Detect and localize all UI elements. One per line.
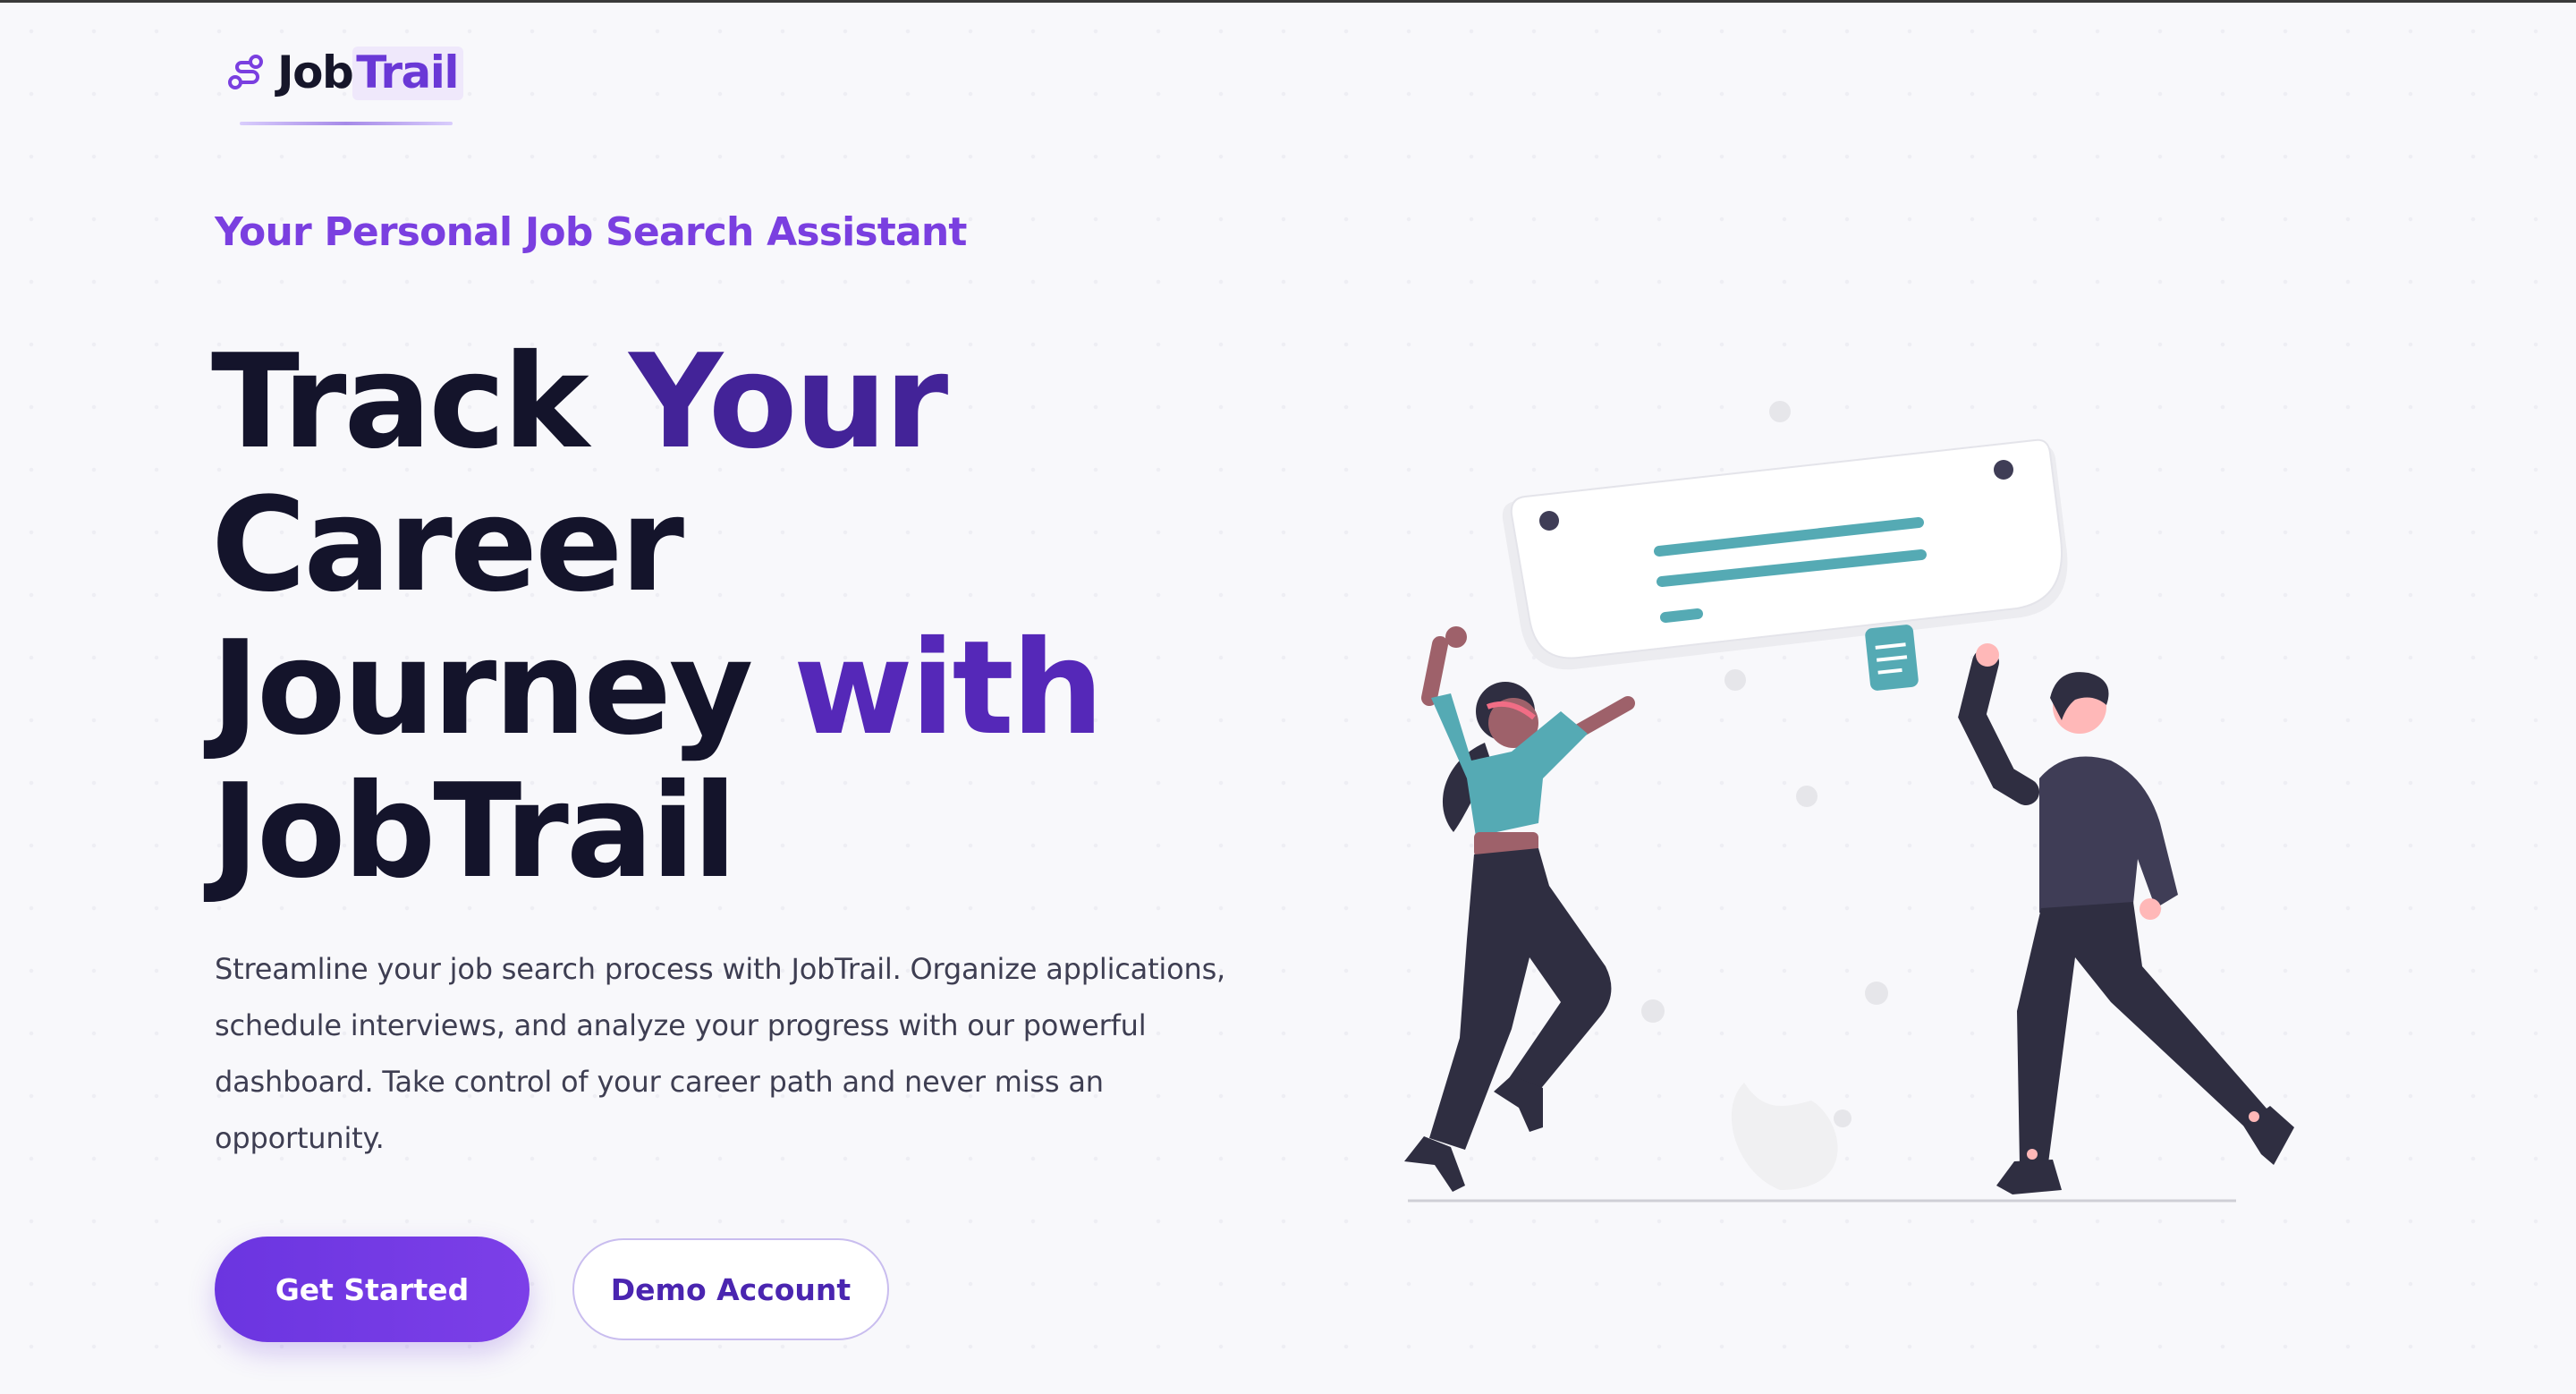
headline-word-track: Track bbox=[211, 327, 630, 478]
route-icon bbox=[228, 55, 263, 89]
brand-name: JobTrail bbox=[277, 47, 464, 100]
brand-logo[interactable]: JobTrail bbox=[225, 47, 464, 100]
demo-account-button[interactable]: Demo Account bbox=[572, 1238, 889, 1340]
headline-line-1: Track Your bbox=[211, 331, 1338, 474]
headline-line-4: JobTrail bbox=[211, 756, 737, 907]
get-started-button[interactable]: Get Started bbox=[215, 1237, 530, 1342]
headline-line-2: Career bbox=[211, 470, 684, 621]
man-figure bbox=[1958, 643, 2294, 1194]
hero-description: Streamline your job search process with … bbox=[215, 952, 1226, 1155]
hero-tagline: Your Personal Job Search Assistant bbox=[215, 209, 967, 255]
leaf-decoration bbox=[1731, 1083, 1838, 1190]
headline-line-3: Journey with bbox=[211, 617, 1338, 761]
headline-word-your: Your bbox=[629, 327, 948, 478]
headline-word-with: with bbox=[792, 613, 1104, 764]
brand-name-part2: Trail bbox=[352, 47, 464, 100]
brand-name-part1: Job bbox=[277, 47, 354, 98]
logo-underline bbox=[240, 122, 453, 125]
people-holding-sign-illustration bbox=[1404, 401, 2294, 1203]
hero-headline: Track Your Career Journey with JobTrail bbox=[211, 331, 1338, 904]
window-top-border bbox=[0, 0, 2576, 3]
woman-figure bbox=[1404, 626, 1635, 1192]
headline-word-journey: Journey bbox=[211, 613, 793, 764]
